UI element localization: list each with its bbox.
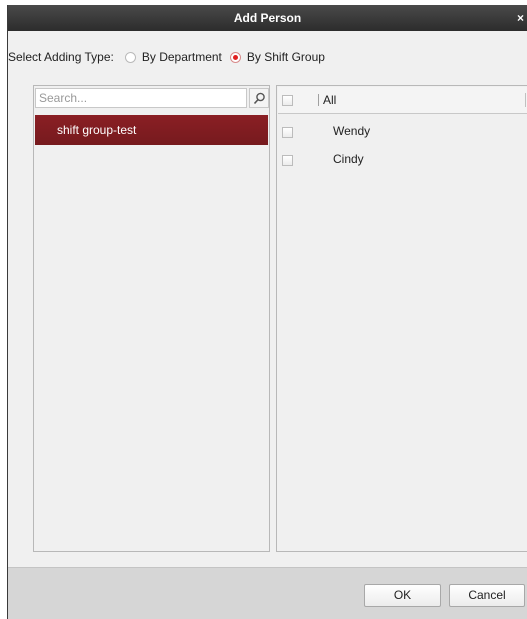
person-checkbox-wendy[interactable] — [282, 127, 293, 138]
title-bar[interactable]: Add Person × — [8, 5, 527, 31]
search-icon — [253, 92, 265, 105]
radio-selected-icon[interactable] — [229, 51, 241, 63]
adding-type-label: Select Adding Type: — [8, 50, 114, 64]
search-button[interactable] — [249, 88, 269, 108]
person-name-wendy: Wendy — [333, 124, 371, 138]
person-checkbox-cindy[interactable] — [282, 155, 293, 166]
search-input[interactable] — [35, 88, 247, 108]
person-list-header: All — [278, 87, 527, 114]
dialog-title: Add Person — [233, 11, 302, 25]
person-name-cindy: Cindy — [333, 152, 364, 166]
adding-type-row: Select Adding Type: By Department By Shi… — [8, 49, 325, 65]
radio-by-shift-group[interactable]: By Shift Group — [229, 50, 325, 64]
group-item-shift-group-test[interactable]: shift group-test — [35, 115, 268, 145]
select-all-checkbox[interactable] — [282, 95, 293, 106]
column-divider — [318, 94, 319, 106]
group-item-label: shift group-test — [57, 123, 137, 137]
add-person-dialog: Add Person × Select Adding Type: By Depa… — [7, 5, 527, 619]
column-divider-right[interactable] — [525, 93, 526, 107]
radio-icon[interactable] — [124, 51, 136, 63]
radio-by-department[interactable]: By Department — [124, 50, 222, 64]
cancel-button[interactable]: Cancel — [449, 584, 525, 607]
radio-label-by-department: By Department — [141, 50, 222, 64]
person-list-panel: All Wendy Cindy — [276, 85, 527, 552]
ok-button[interactable]: OK — [364, 584, 441, 607]
radio-label-by-shift-group: By Shift Group — [246, 50, 325, 64]
shift-group-panel: shift group-test — [33, 85, 270, 552]
header-all-label: All — [323, 93, 337, 107]
dialog-footer: OK Cancel — [8, 567, 527, 619]
close-icon[interactable]: × — [517, 5, 527, 31]
